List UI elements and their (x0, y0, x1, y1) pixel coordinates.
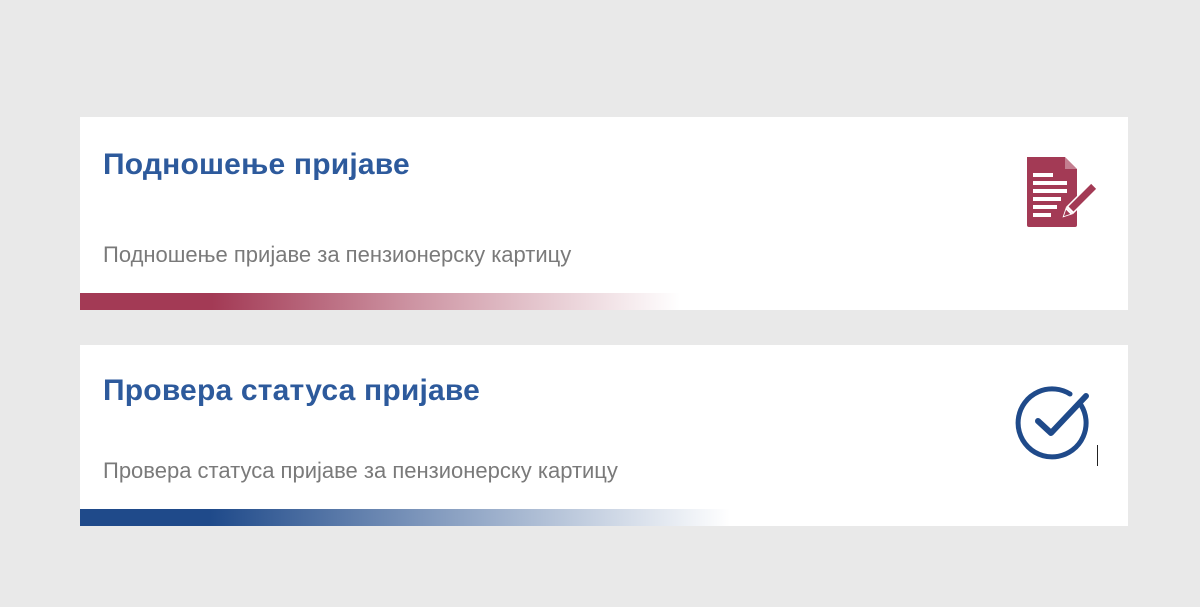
submit-application-card[interactable]: Подношење пријаве Подношење пријаве за п… (80, 117, 1128, 310)
card-accent-bar (80, 293, 680, 310)
card-title: Подношење пријаве (103, 148, 410, 181)
document-signature-icon (1025, 157, 1099, 229)
card-description: Подношење пријаве за пензионерску картиц… (103, 242, 572, 267)
card-accent-bar (80, 509, 730, 526)
card-description: Провера статуса пријаве за пензионерску … (103, 458, 618, 483)
text-cursor (1097, 445, 1098, 466)
card-title: Провера статуса пријаве (103, 374, 481, 407)
check-status-card[interactable]: Провера статуса пријаве Провера статуса … (80, 345, 1128, 526)
check-circle-icon (1014, 383, 1092, 461)
